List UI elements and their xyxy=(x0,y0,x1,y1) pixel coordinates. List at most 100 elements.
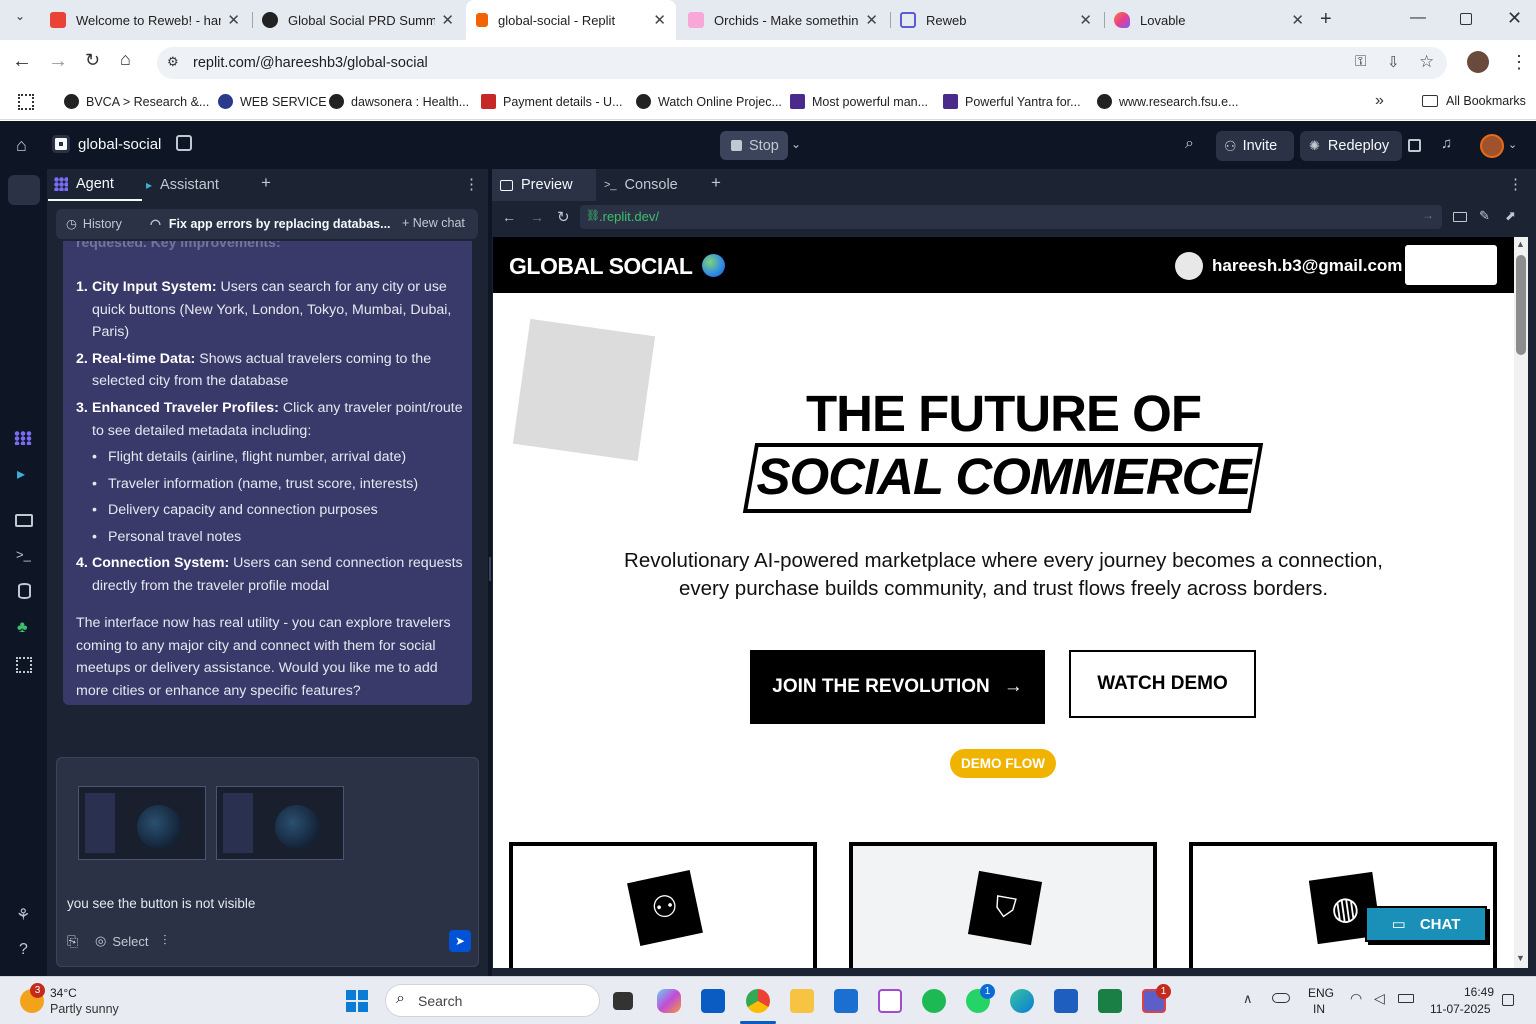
bookmark-item[interactable]: Watch Online Projec... xyxy=(636,94,782,109)
bookmark-item[interactable]: Payment details - U... xyxy=(481,94,623,109)
device-icon[interactable] xyxy=(1453,212,1467,222)
snipping-tool-icon[interactable] xyxy=(878,989,902,1013)
bookmark-item[interactable]: Powerful Yantra for... xyxy=(943,94,1081,109)
menu-kebab-icon[interactable]: ⋮ xyxy=(1510,52,1528,73)
assistant-icon[interactable]: ▸ xyxy=(17,464,25,484)
install-app-icon[interactable]: ⇩ xyxy=(1387,53,1400,71)
join-revolution-button[interactable]: JOIN THE REVOLUTION → xyxy=(750,650,1045,724)
bell-icon[interactable]: ♫ xyxy=(1441,135,1452,152)
sliders-icon[interactable]: ⫶ xyxy=(163,932,167,949)
bookmark-item[interactable]: WEB SERVICE xyxy=(218,94,327,109)
database-icon[interactable] xyxy=(18,583,31,599)
paperclip-icon[interactable]: ⎘ xyxy=(67,933,78,950)
spotify-icon[interactable] xyxy=(922,989,946,1013)
agent-cursor-icon[interactable] xyxy=(8,175,40,205)
stop-button[interactable]: Stop xyxy=(720,131,788,160)
word-icon[interactable] xyxy=(1054,989,1078,1013)
add-tab-icon[interactable]: + xyxy=(261,173,271,193)
deploy-icon[interactable]: ♣ xyxy=(17,619,28,637)
windows-icon[interactable] xyxy=(1408,139,1421,152)
kebab-menu-icon[interactable]: ⋮ xyxy=(464,175,479,193)
chat-title[interactable]: ◠ Fix app errors by replacing databas... xyxy=(150,216,391,232)
add-tab-icon[interactable]: + xyxy=(711,173,721,193)
tab-assistant[interactable]: ▸ Assistant xyxy=(146,169,256,201)
scroll-down-icon[interactable]: ▼ xyxy=(1516,953,1525,963)
redeploy-button[interactable]: ✺ Redeploy xyxy=(1300,131,1402,161)
bookmark-item[interactable]: www.research.fsu.e... xyxy=(1097,94,1239,109)
start-windows-icon[interactable] xyxy=(346,990,368,1012)
apps-grid-icon[interactable] xyxy=(18,94,34,110)
reload-icon[interactable]: ↻ xyxy=(85,50,100,71)
preview-scrollbar[interactable]: ▲ ▼ xyxy=(1514,237,1528,968)
forward-arrow-icon[interactable]: → xyxy=(530,209,544,225)
tab-console[interactable]: >_ Console xyxy=(604,169,704,201)
browser-tab[interactable]: Global Social PRD Summar ✕ xyxy=(252,0,464,40)
devtools-wrench-icon[interactable]: ✎ xyxy=(1479,208,1490,224)
clock-time[interactable]: 16:49 xyxy=(1464,985,1494,999)
close-icon[interactable]: ✕ xyxy=(227,11,240,29)
restore-button[interactable] xyxy=(1460,13,1472,25)
agent-grid-icon[interactable] xyxy=(14,431,32,445)
site-logo[interactable]: GLOBAL SOCIAL xyxy=(509,253,693,280)
password-key-icon[interactable]: ⚿ xyxy=(1355,53,1366,70)
history-button[interactable]: ◷ History xyxy=(66,216,122,232)
tab-search-button[interactable]: ⌄ xyxy=(8,9,32,31)
profile-avatar[interactable] xyxy=(1467,51,1489,73)
back-arrow-icon[interactable]: ← xyxy=(502,209,516,225)
site-info-icon[interactable]: ⚙ xyxy=(167,54,179,70)
file-tree-icon[interactable] xyxy=(176,135,192,151)
chat-input-box[interactable]: you see the button is not visible ⎘ ◎ Sel… xyxy=(56,757,479,967)
close-icon[interactable]: ✕ xyxy=(441,11,454,29)
user-avatar[interactable] xyxy=(1175,252,1203,280)
excel-icon[interactable] xyxy=(1098,989,1122,1013)
new-chat-button[interactable]: + New chat xyxy=(402,216,465,230)
demo-flow-badge[interactable]: DEMO FLOW xyxy=(950,749,1056,778)
bookmark-item[interactable]: Most powerful man... xyxy=(790,94,928,109)
header-hidden-button[interactable] xyxy=(1405,245,1497,285)
bookmark-item[interactable]: BVCA > Research &... xyxy=(64,94,209,109)
settings-icon[interactable]: ⚘ xyxy=(16,905,30,925)
send-button[interactable]: ➤ xyxy=(449,930,471,952)
chrome-icon[interactable] xyxy=(746,989,770,1013)
preview-url-bar[interactable]: ⛓ .replit.dev/ → xyxy=(580,205,1442,229)
back-arrow-icon[interactable]: ← xyxy=(12,50,32,73)
language-indicator[interactable]: ENG xyxy=(1308,986,1334,1000)
ms-store-icon[interactable] xyxy=(834,989,858,1013)
wifi-icon[interactable]: ◠ xyxy=(1350,990,1362,1007)
onedrive-icon[interactable] xyxy=(1272,993,1290,1003)
browser-tab[interactable]: Welcome to Reweb! - hare ✕ xyxy=(40,0,250,40)
bookmark-item[interactable]: dawsonera : Health... xyxy=(329,94,469,109)
edge-icon[interactable] xyxy=(1010,989,1034,1013)
home-icon[interactable]: ⌂ xyxy=(120,49,131,70)
feature-card[interactable]: ⛉ xyxy=(849,842,1157,968)
console-icon[interactable]: >_ xyxy=(16,547,31,562)
window-close-button[interactable]: ✕ xyxy=(1507,8,1522,29)
weather-widget[interactable]: 3 34°C Partly sunny xyxy=(18,983,128,1019)
bookmark-star-icon[interactable]: ☆ xyxy=(1419,52,1434,72)
close-icon[interactable]: ✕ xyxy=(1291,11,1304,29)
volume-icon[interactable]: ◁ xyxy=(1374,990,1385,1007)
reload-icon[interactable]: ↻ xyxy=(557,208,570,226)
home-icon[interactable]: ⌂ xyxy=(16,135,27,156)
user-avatar[interactable] xyxy=(1480,134,1504,158)
clock-date[interactable]: 11-07-2025 xyxy=(1430,1002,1491,1016)
search-icon[interactable]: ⌕ xyxy=(1185,135,1194,153)
browser-tab[interactable]: Orchids - Make something ✕ xyxy=(678,0,888,40)
attached-screenshot[interactable] xyxy=(216,786,344,860)
browser-tab[interactable]: Reweb ✕ xyxy=(890,0,1102,40)
trello-icon[interactable] xyxy=(701,989,725,1013)
all-bookmarks-button[interactable]: All Bookmarks xyxy=(1422,94,1526,108)
feature-card[interactable]: ⚇ xyxy=(509,842,817,968)
project-switcher[interactable]: global-social xyxy=(52,135,161,153)
invite-button[interactable]: ⚇ Invite xyxy=(1216,131,1294,161)
chat-widget-button[interactable]: ▭ CHAT xyxy=(1365,906,1487,942)
tab-preview[interactable]: Preview xyxy=(492,169,596,201)
taskbar-search-box[interactable]: ⌕ Search xyxy=(385,984,600,1017)
browser-tab-active[interactable]: global-social - Replit ✕ xyxy=(466,0,676,40)
more-bookmarks-icon[interactable]: » xyxy=(1375,92,1384,110)
all-tools-icon[interactable] xyxy=(16,657,32,673)
select-button[interactable]: ◎ Select xyxy=(95,933,148,949)
kebab-menu-icon[interactable]: ⋮ xyxy=(1508,175,1523,193)
feature-card[interactable]: ◍ xyxy=(1189,842,1497,968)
scrollbar-thumb[interactable] xyxy=(1516,255,1526,355)
